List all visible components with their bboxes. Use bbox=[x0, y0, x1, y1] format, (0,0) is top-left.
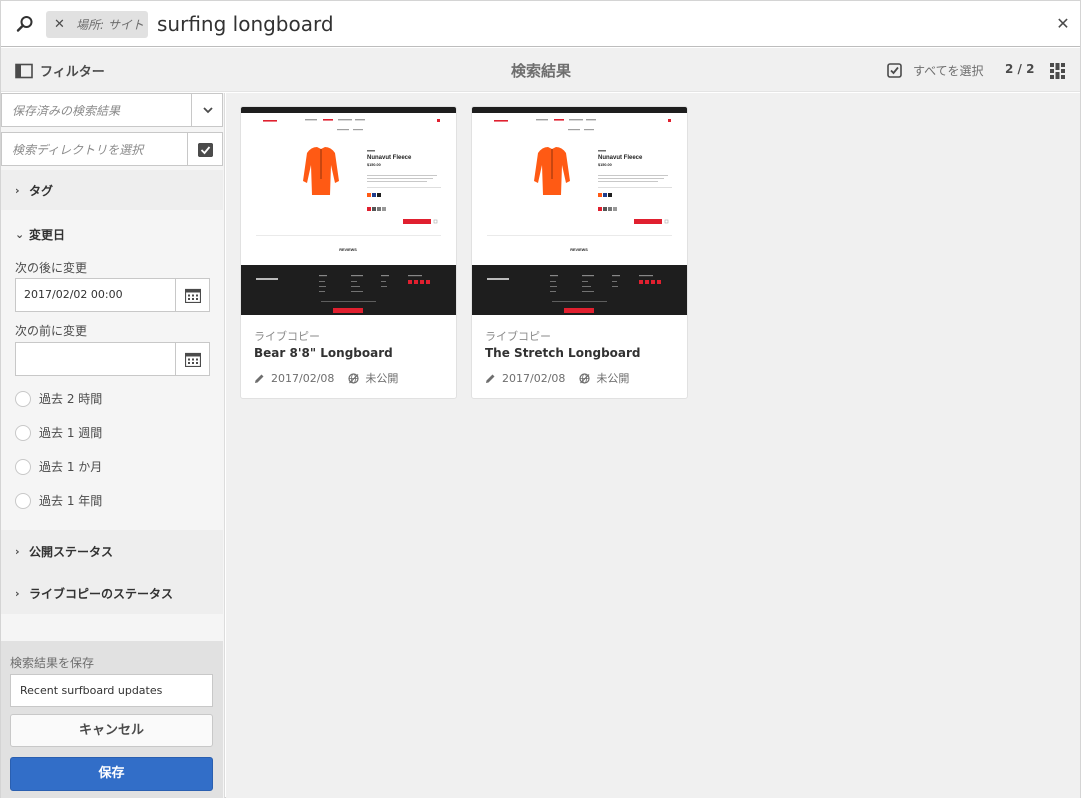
saved-search-select[interactable]: 保存済みの検索結果 bbox=[1, 93, 223, 127]
calendar-icon bbox=[185, 288, 201, 303]
chevron-down-icon: ⌄ bbox=[15, 227, 25, 241]
radio-label: 過去 1 か月 bbox=[39, 460, 103, 474]
cancel-button[interactable]: キャンセル bbox=[10, 714, 213, 747]
results-grid: Nunavut Fleece $150.00 REVIEWS ライブコピー Be… bbox=[226, 93, 1080, 798]
save-search-name-input[interactable]: Recent surfboard updates bbox=[10, 674, 213, 707]
search-directory-field[interactable]: 検索ディレクトリを選択 bbox=[1, 132, 188, 166]
card-type-label: ライブコピー bbox=[485, 330, 551, 343]
modified-before-label: 次の前に変更 bbox=[15, 324, 88, 338]
radio-past-1-week[interactable]: 過去 1 週間 bbox=[15, 424, 102, 441]
thumbnail-product-heading: Nunavut Fleece bbox=[367, 155, 412, 161]
close-icon[interactable]: ✕ bbox=[1055, 16, 1071, 32]
calendar-button[interactable] bbox=[175, 278, 210, 312]
select-all-checkbox-icon bbox=[887, 63, 902, 78]
filter-label: フィルター bbox=[40, 65, 105, 80]
search-directory-placeholder: 検索ディレクトリを選択 bbox=[12, 143, 144, 157]
radio-button[interactable] bbox=[15, 424, 31, 441]
rail-toggle-icon bbox=[15, 63, 33, 78]
omnisearch-bar: ✕ 場所: サイト ✕ bbox=[1, 1, 1080, 47]
radio-past-2-hours[interactable]: 過去 2 時間 bbox=[15, 390, 102, 407]
radio-past-1-month[interactable]: 過去 1 か月 bbox=[15, 458, 102, 475]
radio-button[interactable] bbox=[15, 390, 31, 407]
publish-status-section-header[interactable]: › 公開ステータス bbox=[1, 530, 223, 572]
app-window: ✕ 場所: サイト ✕ フィルター 検索結果 すべてを選択 2 / 2 bbox=[0, 0, 1081, 798]
result-card[interactable]: Nunavut Fleece $150.00 REVIEWS ライブコピー Be… bbox=[240, 106, 457, 399]
radio-button[interactable] bbox=[15, 458, 31, 475]
result-card[interactable]: Nunavut Fleece $150.00 REVIEWS ライブコピー Th… bbox=[471, 106, 688, 399]
modified-section-header[interactable]: ⌄ 変更日 bbox=[1, 212, 223, 256]
save-search-panel: 検索結果を保存 Recent surfboard updates キャンセル 保… bbox=[1, 641, 223, 798]
card-modified-date: 2017/02/08 bbox=[271, 371, 335, 385]
chevron-right-icon: › bbox=[15, 544, 20, 558]
location-tag: ✕ 場所: サイト bbox=[46, 11, 148, 38]
thumbnail-product-price: $150.00 bbox=[367, 163, 381, 167]
card-type-label: ライブコピー bbox=[254, 330, 320, 343]
chevron-down-icon[interactable] bbox=[191, 94, 223, 126]
save-search-label: 検索結果を保存 bbox=[10, 656, 95, 670]
saved-search-placeholder: 保存済みの検索結果 bbox=[12, 104, 121, 118]
globe-unpublished-icon bbox=[579, 372, 591, 384]
radio-label: 過去 1 年間 bbox=[39, 494, 103, 508]
modified-after-input[interactable]: 2017/02/02 00:00 bbox=[15, 278, 176, 312]
card-modified-date: 2017/02/08 bbox=[502, 371, 566, 385]
radio-label: 過去 1 週間 bbox=[39, 426, 103, 440]
card-meta: 2017/02/08 未公開 bbox=[485, 370, 629, 386]
card-meta: 2017/02/08 未公開 bbox=[254, 370, 398, 386]
filter-toggle-button[interactable]: フィルター bbox=[15, 61, 105, 80]
result-count: 2 / 2 bbox=[1005, 62, 1035, 76]
thumbnail-reviews-heading: REVIEWS bbox=[339, 248, 357, 252]
card-publish-status: 未公開 bbox=[365, 372, 399, 385]
page-thumbnail: Nunavut Fleece $150.00 REVIEWS bbox=[241, 107, 456, 315]
globe-unpublished-icon bbox=[348, 372, 360, 384]
modified-after-label: 次の後に変更 bbox=[15, 261, 88, 275]
modified-before-input[interactable] bbox=[15, 342, 176, 376]
thumbnail-reviews-heading: REVIEWS bbox=[570, 248, 588, 252]
remove-tag-icon[interactable]: ✕ bbox=[54, 17, 72, 32]
search-icon[interactable] bbox=[15, 14, 35, 34]
card-title: The Stretch Longboard bbox=[485, 346, 641, 360]
select-all-label: すべてを選択 bbox=[913, 64, 984, 78]
radio-past-1-year[interactable]: 過去 1 年間 bbox=[15, 492, 102, 509]
chevron-right-icon: › bbox=[15, 183, 20, 197]
calendar-icon bbox=[185, 352, 201, 367]
tag-section-label: タグ bbox=[29, 183, 54, 198]
location-tag-label: 場所: サイト bbox=[76, 18, 144, 32]
save-button[interactable]: 保存 bbox=[10, 757, 213, 791]
filter-rail: 保存済みの検索結果 検索ディレクトリを選択 › タグ ⌄ 変更日 次の後に変更 … bbox=[1, 93, 225, 798]
search-input[interactable] bbox=[157, 7, 1037, 41]
tag-section-header[interactable]: › タグ bbox=[1, 170, 223, 210]
publish-status-label: 公開ステータス bbox=[29, 544, 114, 559]
livecopy-status-section-header[interactable]: › ライブコピーのステータス bbox=[1, 572, 223, 614]
card-title: Bear 8'8" Longboard bbox=[254, 346, 393, 360]
pencil-icon bbox=[255, 374, 264, 383]
card-view-icon[interactable] bbox=[1050, 63, 1065, 79]
modified-section-label: 変更日 bbox=[29, 227, 66, 242]
radio-label: 過去 2 時間 bbox=[39, 392, 103, 406]
card-publish-status: 未公開 bbox=[596, 372, 630, 385]
radio-button[interactable] bbox=[15, 492, 31, 509]
thumbnail-product-heading: Nunavut Fleece bbox=[598, 155, 643, 161]
select-directory-button[interactable] bbox=[187, 132, 223, 166]
action-bar: フィルター 検索結果 すべてを選択 2 / 2 bbox=[1, 48, 1080, 92]
thumbnail-product-price: $150.00 bbox=[598, 163, 612, 167]
select-all-button[interactable]: すべてを選択 bbox=[887, 62, 983, 79]
pencil-icon bbox=[486, 374, 495, 383]
page-thumbnail: Nunavut Fleece $150.00 REVIEWS bbox=[472, 107, 687, 315]
checkbox-icon bbox=[198, 143, 213, 157]
calendar-button[interactable] bbox=[175, 342, 210, 376]
page-title: 検索結果 bbox=[510, 62, 571, 80]
livecopy-status-label: ライブコピーのステータス bbox=[29, 586, 174, 601]
chevron-right-icon: › bbox=[15, 586, 20, 600]
